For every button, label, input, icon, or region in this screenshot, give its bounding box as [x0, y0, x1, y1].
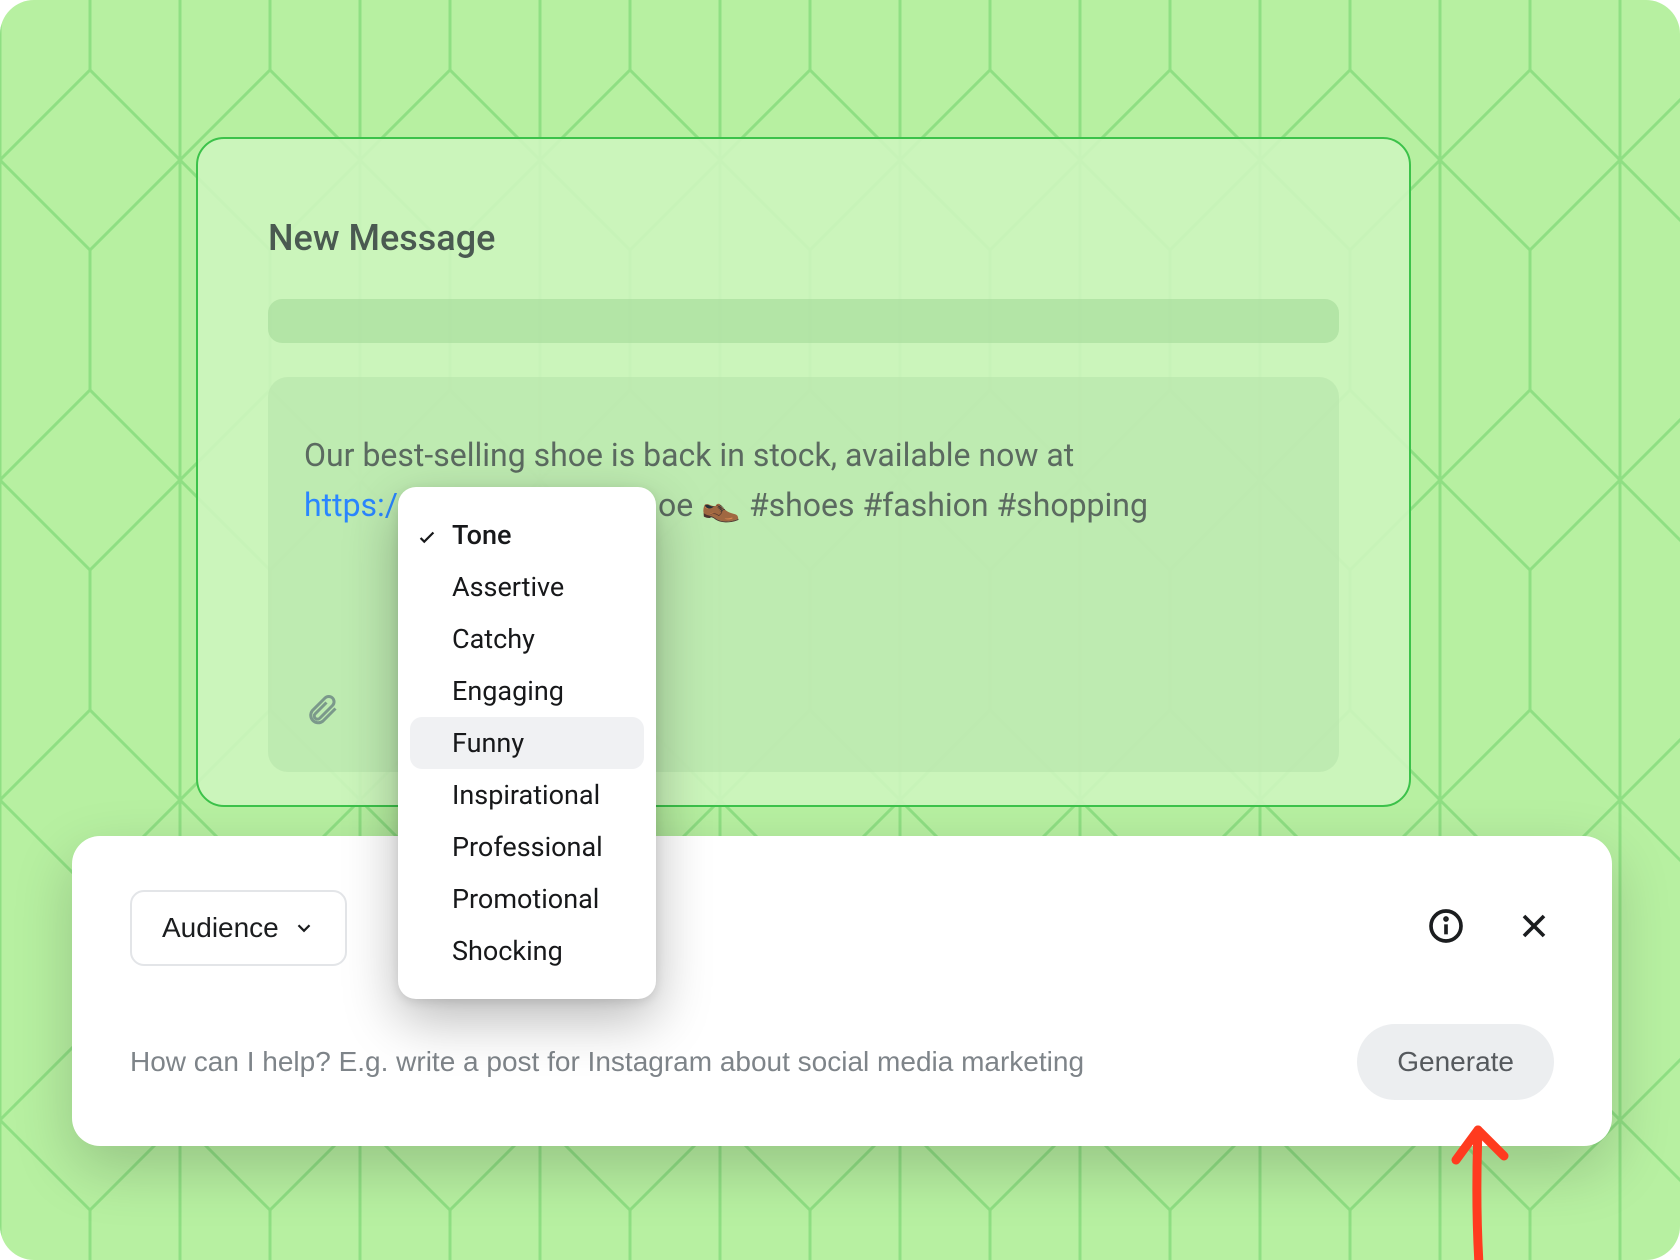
- tone-option-funny[interactable]: Funny: [410, 717, 644, 769]
- audience-dropdown[interactable]: Audience: [130, 890, 347, 966]
- check-icon: [416, 524, 438, 546]
- tone-menu-header: Tone: [398, 509, 656, 561]
- close-icon[interactable]: [1514, 906, 1554, 950]
- composer-hashtags: #shoes #fashion #shopping: [741, 486, 1148, 524]
- chevron-down-icon: [293, 917, 315, 939]
- card-title: New Message: [268, 217, 1339, 259]
- shoe-emoji: 👞: [701, 481, 741, 531]
- tone-option-shocking[interactable]: Shocking: [398, 925, 656, 977]
- tone-option-inspirational[interactable]: Inspirational: [398, 769, 656, 821]
- tone-option-label: Shocking: [452, 935, 563, 967]
- tone-option-label: Funny: [452, 727, 524, 759]
- ai-assist-panel: Audience Generate: [72, 836, 1612, 1146]
- tone-option-promotional[interactable]: Promotional: [398, 873, 656, 925]
- prompt-input[interactable]: [130, 1046, 1317, 1078]
- recipient-bar[interactable]: [268, 299, 1339, 343]
- tone-option-engaging[interactable]: Engaging: [398, 665, 656, 717]
- audience-label: Audience: [162, 912, 279, 944]
- tone-option-professional[interactable]: Professional: [398, 821, 656, 873]
- tone-menu-header-label: Tone: [452, 519, 511, 551]
- tone-option-catchy[interactable]: Catchy: [398, 613, 656, 665]
- info-icon[interactable]: [1426, 906, 1466, 950]
- generate-button[interactable]: Generate: [1357, 1024, 1554, 1100]
- tone-option-label: Engaging: [452, 675, 564, 707]
- tone-option-label: Inspirational: [452, 779, 600, 811]
- tone-option-label: Catchy: [452, 623, 535, 655]
- composer-link-tail: oe: [658, 486, 693, 524]
- tone-option-label: Promotional: [452, 883, 599, 915]
- attachment-icon[interactable]: [304, 692, 340, 732]
- tone-option-label: Professional: [452, 831, 603, 863]
- composer-text-before: Our best-selling shoe is back in stock, …: [304, 436, 1074, 474]
- tone-menu[interactable]: Tone Assertive Catchy Engaging Funny Inspira…: [398, 487, 656, 999]
- tone-option-label: Assertive: [452, 571, 564, 603]
- compose-card: New Message Our best-selling shoe is bac…: [196, 137, 1411, 807]
- tone-option-assertive[interactable]: Assertive: [398, 561, 656, 613]
- composer-link[interactable]: https:/: [304, 486, 398, 524]
